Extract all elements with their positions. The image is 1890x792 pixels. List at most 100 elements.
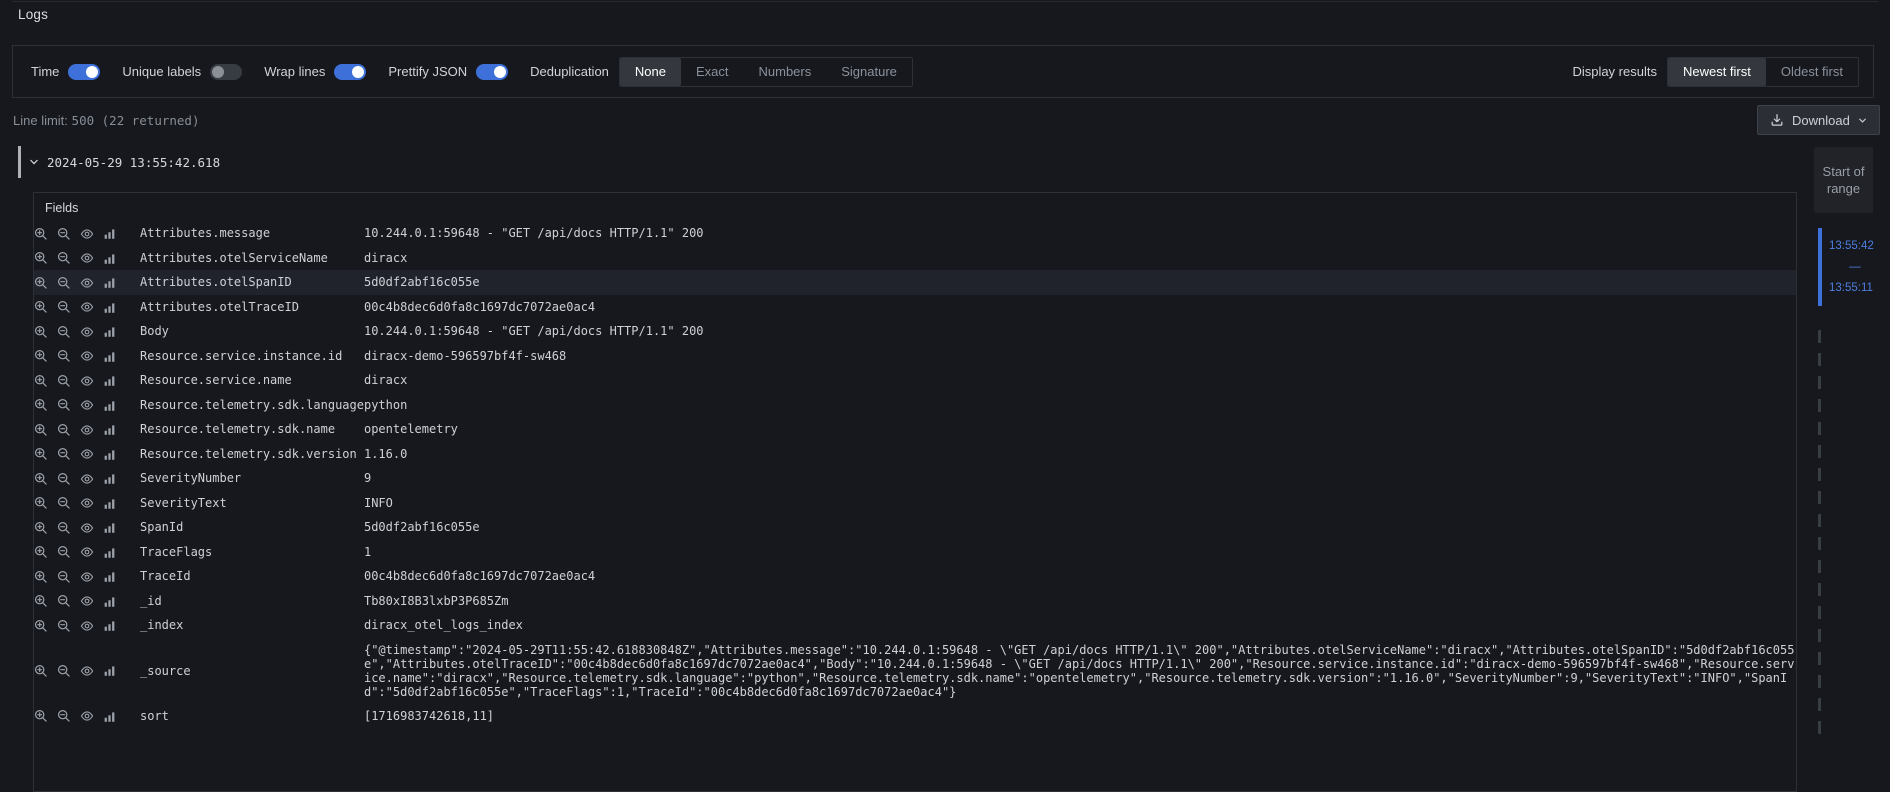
stats-bar-chart-icon[interactable] (103, 570, 116, 583)
zoom-in-filter-for-value-icon[interactable] (34, 709, 48, 723)
collapse-chevron-down-icon[interactable] (29, 157, 39, 167)
field-row-actions (34, 368, 140, 393)
field-row--id: _idTb80xI8B3lxbP3P685Zm (34, 589, 1796, 614)
eye-toggle-visibility-icon[interactable] (80, 472, 94, 486)
stats-bar-chart-icon[interactable] (103, 497, 116, 510)
eye-toggle-visibility-icon[interactable] (80, 300, 94, 314)
stats-bar-chart-icon[interactable] (103, 227, 116, 240)
zoom-in-filter-for-value-icon[interactable] (34, 619, 48, 633)
zoom-out-filter-out-value-icon[interactable] (57, 472, 71, 486)
zoom-out-filter-out-value-icon[interactable] (57, 447, 71, 461)
display-results-option-newest-first[interactable]: Newest first (1668, 58, 1766, 86)
zoom-in-filter-for-value-icon[interactable] (34, 374, 48, 388)
stats-bar-chart-icon[interactable] (103, 448, 116, 461)
dedup-option-none[interactable]: None (620, 58, 681, 86)
stats-bar-chart-icon[interactable] (103, 710, 116, 723)
zoom-in-filter-for-value-icon[interactable] (34, 276, 48, 290)
zoom-in-filter-for-value-icon[interactable] (34, 447, 48, 461)
stats-bar-chart-icon[interactable] (103, 374, 116, 387)
eye-toggle-visibility-icon[interactable] (80, 325, 94, 339)
zoom-in-filter-for-value-icon[interactable] (34, 349, 48, 363)
start-of-range-button[interactable]: Start of range (1814, 147, 1873, 213)
eye-toggle-visibility-icon[interactable] (80, 709, 94, 723)
zoom-out-filter-out-value-icon[interactable] (57, 709, 71, 723)
eye-toggle-visibility-icon[interactable] (80, 619, 94, 633)
zoom-in-filter-for-value-icon[interactable] (34, 398, 48, 412)
zoom-out-filter-out-value-icon[interactable] (57, 545, 71, 559)
zoom-in-filter-for-value-icon[interactable] (34, 594, 48, 608)
eye-toggle-visibility-icon[interactable] (80, 374, 94, 388)
stats-bar-chart-icon[interactable] (103, 276, 116, 289)
eye-toggle-visibility-icon[interactable] (80, 570, 94, 584)
zoom-out-filter-out-value-icon[interactable] (57, 423, 71, 437)
eye-toggle-visibility-icon[interactable] (80, 521, 94, 535)
zoom-out-filter-out-value-icon[interactable] (57, 276, 71, 290)
dedup-option-signature[interactable]: Signature (826, 58, 912, 86)
zoom-out-filter-out-value-icon[interactable] (57, 300, 71, 314)
eye-toggle-visibility-icon[interactable] (80, 349, 94, 363)
eye-toggle-visibility-icon[interactable] (80, 398, 94, 412)
stats-bar-chart-icon[interactable] (103, 423, 116, 436)
eye-toggle-visibility-icon[interactable] (80, 276, 94, 290)
toggle-switch-wrap-lines[interactable] (334, 64, 366, 80)
eye-toggle-visibility-icon[interactable] (80, 594, 94, 608)
zoom-out-filter-out-value-icon[interactable] (57, 521, 71, 535)
zoom-in-filter-for-value-icon[interactable] (34, 251, 48, 265)
zoom-in-filter-for-value-icon[interactable] (34, 227, 48, 241)
stats-bar-chart-icon[interactable] (103, 619, 116, 632)
stats-bar-chart-icon[interactable] (103, 252, 116, 265)
zoom-out-filter-out-value-icon[interactable] (57, 398, 71, 412)
zoom-out-filter-out-value-icon[interactable] (57, 570, 71, 584)
zoom-out-filter-out-value-icon[interactable] (57, 619, 71, 633)
stats-bar-chart-icon[interactable] (103, 472, 116, 485)
eye-toggle-visibility-icon[interactable] (80, 447, 94, 461)
zoom-in-filter-for-value-icon[interactable] (34, 664, 48, 678)
stats-bar-chart-icon[interactable] (103, 301, 116, 314)
zoom-in-filter-for-value-icon[interactable] (34, 521, 48, 535)
eye-toggle-visibility-icon[interactable] (80, 227, 94, 241)
field-row-actions (34, 704, 140, 729)
dedup-option-numbers[interactable]: Numbers (744, 58, 827, 86)
zoom-out-filter-out-value-icon[interactable] (57, 251, 71, 265)
toggle-switch-time[interactable] (68, 64, 100, 80)
stats-bar-chart-icon[interactable] (103, 521, 116, 534)
eye-toggle-visibility-icon[interactable] (80, 496, 94, 510)
zoom-out-filter-out-value-icon[interactable] (57, 374, 71, 388)
zoom-in-filter-for-value-icon[interactable] (34, 496, 48, 510)
zoom-out-filter-out-value-icon[interactable] (57, 349, 71, 363)
toggle-switch-unique-labels[interactable] (210, 64, 242, 80)
eye-toggle-visibility-icon[interactable] (80, 545, 94, 559)
field-row--source: _source{"@timestamp":"2024-05-29T11:55:4… (34, 638, 1796, 704)
stats-bar-chart-icon[interactable] (103, 399, 116, 412)
zoom-out-filter-out-value-icon[interactable] (57, 594, 71, 608)
zoom-in-filter-for-value-icon[interactable] (34, 423, 48, 437)
expanded-log-row[interactable]: 2024-05-29 13:55:42.618 (18, 146, 220, 178)
zoom-in-filter-for-value-icon[interactable] (34, 300, 48, 314)
zoom-out-filter-out-value-icon[interactable] (57, 325, 71, 339)
zoom-out-filter-out-value-icon[interactable] (57, 664, 71, 678)
zoom-out-filter-out-value-icon[interactable] (57, 227, 71, 241)
time-range-bar[interactable] (1818, 228, 1822, 306)
zoom-in-filter-for-value-icon[interactable] (34, 570, 48, 584)
zoom-in-filter-for-value-icon[interactable] (34, 325, 48, 339)
stats-bar-chart-icon[interactable] (103, 350, 116, 363)
display-results-option-oldest-first[interactable]: Oldest first (1766, 58, 1858, 86)
dedup-option-exact[interactable]: Exact (681, 58, 744, 86)
stats-bar-chart-icon[interactable] (103, 325, 116, 338)
toggle-switch-prettify-json[interactable] (476, 64, 508, 80)
stats-bar-chart-icon[interactable] (103, 546, 116, 559)
stats-bar-chart-icon[interactable] (103, 595, 116, 608)
download-label: Download (1792, 113, 1850, 128)
download-button[interactable]: Download (1757, 105, 1880, 135)
field-row-actions (34, 515, 140, 540)
field-row-actions (34, 221, 140, 246)
field-value: 9 (364, 466, 1796, 491)
zoom-in-filter-for-value-icon[interactable] (34, 472, 48, 486)
zoom-out-filter-out-value-icon[interactable] (57, 496, 71, 510)
eye-toggle-visibility-icon[interactable] (80, 664, 94, 678)
stats-bar-chart-icon[interactable] (103, 664, 116, 677)
zoom-in-filter-for-value-icon[interactable] (34, 545, 48, 559)
eye-toggle-visibility-icon[interactable] (80, 423, 94, 437)
field-row-attributes-otelservicename: Attributes.otelServiceNamediracx (34, 246, 1796, 271)
eye-toggle-visibility-icon[interactable] (80, 251, 94, 265)
